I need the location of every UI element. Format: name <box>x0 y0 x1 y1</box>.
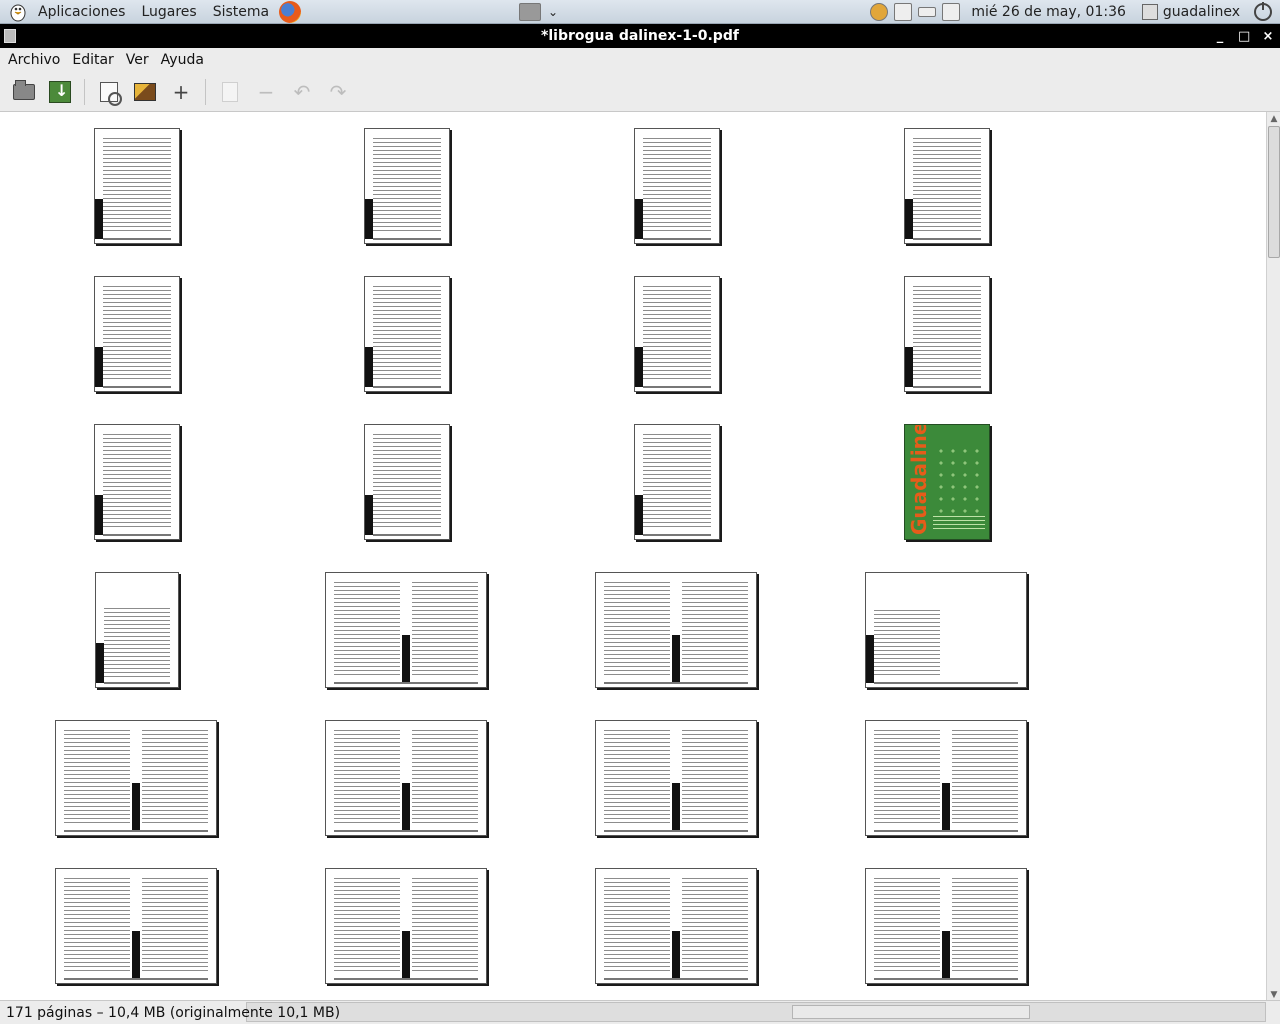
chevron-down-icon[interactable]: ⌄ <box>544 5 562 19</box>
horizontal-scrollbar-thumb[interactable] <box>792 1005 1030 1019</box>
page-thumbnail[interactable] <box>904 276 990 392</box>
save-button[interactable] <box>47 79 73 105</box>
page-thumbnail-cover[interactable]: Guadalinex <box>904 424 990 540</box>
page-icon <box>222 81 238 102</box>
window-titlebar[interactable]: *librogua dalinex-1-0.pdf _ □ × <box>0 24 1280 48</box>
scroll-up-icon[interactable]: ▲ <box>1267 112 1280 126</box>
cover-decoration <box>935 445 981 515</box>
menu-edit[interactable]: Editar <box>66 52 119 68</box>
folder-icon <box>13 79 35 100</box>
page-thumbnail[interactable] <box>595 720 757 836</box>
vertical-scrollbar[interactable]: ▲ ▼ <box>1266 112 1280 1002</box>
panel-menu-applications[interactable]: Aplicaciones <box>30 1 133 23</box>
page-thumbnail[interactable] <box>94 276 180 392</box>
page-thumbnail[interactable] <box>904 128 990 244</box>
panel-menu-places[interactable]: Lugares <box>133 1 204 23</box>
page-thumbnail[interactable] <box>634 276 720 392</box>
page-thumbnail[interactable] <box>55 868 217 984</box>
toolbar: + − ↶ ↷ <box>0 72 1280 112</box>
toolbar-separator <box>84 78 85 105</box>
close-button[interactable]: × <box>1262 29 1274 44</box>
page-thumbnail[interactable] <box>595 572 757 688</box>
settings-icon[interactable] <box>870 3 889 21</box>
panel-tray: mié 26 de may, 01:36 guadalinex <box>867 0 1280 24</box>
remove-button[interactable]: − <box>253 79 279 105</box>
distro-logo-icon[interactable] <box>6 1 30 23</box>
drive-icon[interactable] <box>918 7 937 17</box>
window-controls: _ □ × <box>1214 24 1274 48</box>
page-thumbnail[interactable] <box>865 720 1027 836</box>
menu-help[interactable]: Ayuda <box>155 52 210 68</box>
page-thumbnail[interactable] <box>55 720 217 836</box>
menubar: Archivo Editar Ver Ayuda <box>0 48 1280 72</box>
top-panel: Aplicaciones Lugares Sistema ⌄ mié 26 de… <box>0 0 1280 24</box>
page-thumbnail[interactable] <box>94 128 180 244</box>
cover-brand-text: Guadalinex <box>907 424 931 535</box>
page-thumbnail[interactable] <box>325 720 487 836</box>
page-thumbnail[interactable] <box>634 424 720 540</box>
page-thumbnail[interactable] <box>325 868 487 984</box>
zoom-button[interactable] <box>96 79 122 106</box>
page-thumbnail[interactable] <box>634 128 720 244</box>
rotate-left-icon: ↶ <box>293 79 311 104</box>
power-icon[interactable] <box>1254 2 1272 21</box>
page-thumbnail[interactable] <box>364 424 450 540</box>
image-icon <box>134 82 156 101</box>
toolbar-separator <box>205 78 206 105</box>
printer-icon[interactable] <box>519 3 541 21</box>
minimize-button[interactable]: _ <box>1214 29 1226 44</box>
horizontal-scrollbar[interactable] <box>246 1002 1266 1022</box>
page-thumbnails-area[interactable]: Guadalinex <box>0 112 1266 1000</box>
page-thumbnail[interactable] <box>865 572 1027 688</box>
cover-subtitle <box>933 515 985 529</box>
panel-menu-system[interactable]: Sistema <box>205 1 277 23</box>
open-button[interactable] <box>11 79 37 105</box>
network-icon[interactable] <box>942 3 961 21</box>
page-thumbnail[interactable] <box>364 128 450 244</box>
add-button[interactable]: + <box>168 79 194 105</box>
window-title: *librogua dalinex-1-0.pdf <box>541 28 739 44</box>
page-thumbnail[interactable] <box>865 868 1027 984</box>
remove-icon: − <box>257 79 275 104</box>
clipboard-icon[interactable] <box>894 3 913 21</box>
menu-file[interactable]: Archivo <box>2 52 66 68</box>
zoom-icon <box>100 81 122 106</box>
panel-user-menu[interactable]: guadalinex <box>1134 4 1248 20</box>
scrollbar-thumb[interactable] <box>1268 126 1280 258</box>
user-icon <box>1141 4 1158 20</box>
maximize-button[interactable]: □ <box>1238 29 1250 44</box>
firefox-launcher-icon[interactable] <box>279 0 302 23</box>
panel-clock[interactable]: mié 26 de may, 01:36 <box>963 4 1134 20</box>
menu-view[interactable]: Ver <box>120 52 155 68</box>
panel-center-applet: ⌄ <box>516 0 562 24</box>
page-thumbnail[interactable] <box>364 276 450 392</box>
app-icon[interactable] <box>4 29 16 43</box>
page-thumbnail[interactable] <box>94 424 180 540</box>
page-button[interactable] <box>217 79 243 105</box>
rotate-left-button[interactable]: ↶ <box>289 79 315 105</box>
add-icon: + <box>172 79 190 104</box>
page-thumbnail[interactable] <box>325 572 487 688</box>
status-text: 171 páginas – 10,4 MB (originalmente 10,… <box>6 1004 341 1021</box>
rotate-right-icon: ↷ <box>329 79 347 104</box>
panel-user-name: guadalinex <box>1162 4 1240 20</box>
page-thumbnail[interactable] <box>595 868 757 984</box>
rotate-right-button[interactable]: ↷ <box>325 79 351 105</box>
save-icon <box>49 80 71 103</box>
page-thumbnail[interactable] <box>95 572 179 688</box>
import-image-button[interactable] <box>132 79 158 105</box>
